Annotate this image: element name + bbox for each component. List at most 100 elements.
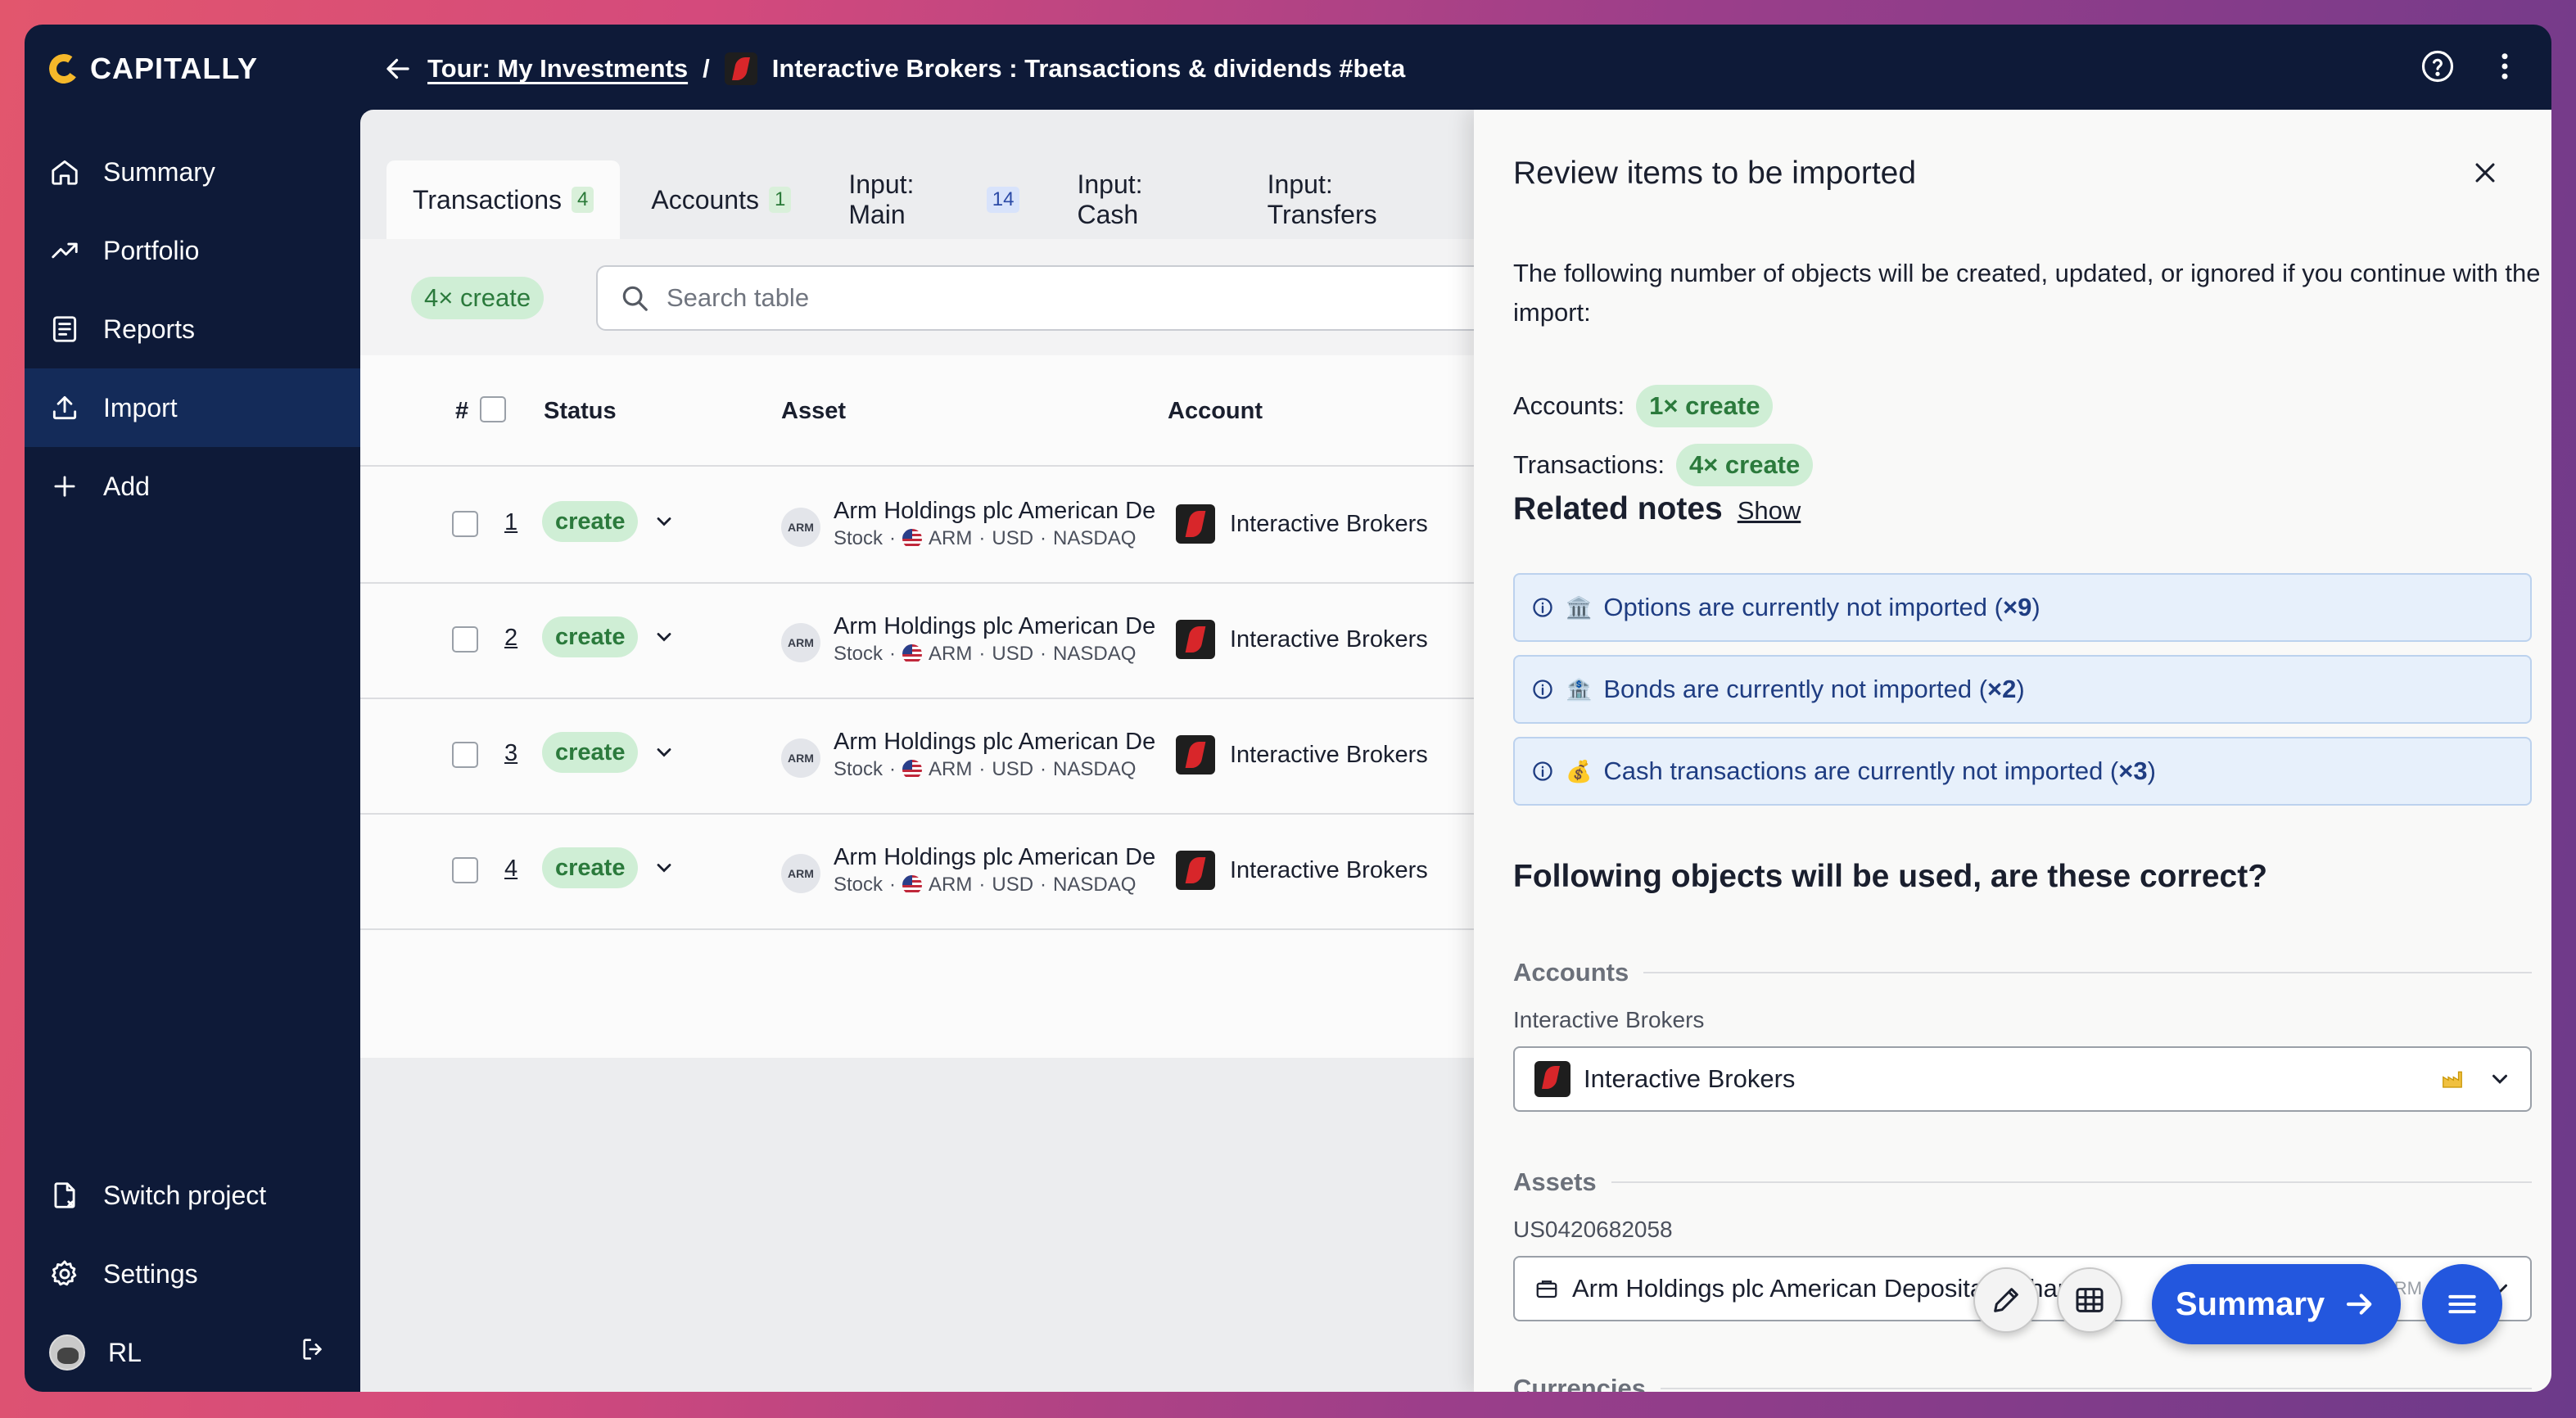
tab-accounts[interactable]: Accounts 1 [625,160,817,239]
asset-ticker: ARM [929,874,973,896]
help-icon[interactable] [2420,49,2455,88]
summary-button[interactable]: Summary [2152,1264,2401,1344]
tab-label: Input: Transfers [1267,169,1377,229]
related-notes-header: Related notes Show [1513,491,1801,527]
row-checkbox[interactable] [452,511,478,537]
status-dropdown[interactable]: create [542,616,676,657]
sidebar-bottom: Switch project Settings RL [25,1156,360,1392]
objects-used-title: Following objects will be used, are thes… [1513,859,2268,894]
status-dropdown[interactable]: create [542,501,676,542]
pencil-icon [1994,1288,2018,1312]
row-number-link[interactable]: 4 [504,856,517,883]
separator: · [889,527,897,549]
plus-icon [54,476,75,497]
column-header-number: # [455,398,469,424]
main-content: Transactions 4 Accounts 1 Input: Main 14… [360,110,2551,1392]
transactions-count: Transactions: 4× create [1513,444,1814,486]
row-number-link[interactable]: 2 [504,625,517,652]
column-header-account[interactable]: Account [1168,398,1263,425]
note-emoji: 🏛️ [1566,594,1593,620]
home-icon [52,160,78,185]
tab-input-transfers[interactable]: Input: Transfers [1241,160,1474,239]
asset-ticker: ARM [929,758,973,780]
status-dropdown[interactable]: create [542,732,676,773]
note-bonds[interactable]: 🏦 Bonds are currently not imported (×2) [1513,655,2532,724]
top-actions [2420,49,2522,88]
app-logo[interactable]: CAPITALLY [47,47,259,90]
table-row[interactable]: 4 create ARM Arm Holdings plc American D… [360,815,1474,930]
factory-icon [2443,1071,2462,1088]
note-options[interactable]: 🏛️ Options are currently not imported (×… [1513,573,2532,642]
table-row[interactable]: 1 create ARM Arm Holdings plc American D… [360,468,1474,584]
column-header-asset[interactable]: Asset [781,398,846,425]
summary-button-label: Summary [2175,1285,2325,1322]
count-label: Transactions: [1513,450,1665,479]
breadcrumb-parent-link[interactable]: Tour: My Investments [427,54,688,84]
note-emoji: 🏦 [1566,676,1593,702]
switch-project-icon [54,1182,75,1208]
hamburger-menu-icon [2448,1294,2476,1314]
status-badge: create [542,732,639,773]
row-checkbox[interactable] [452,626,478,653]
drawer-title: Review items to be imported [1513,156,1917,191]
table-view-button[interactable] [2057,1267,2122,1333]
search-input[interactable]: Search table [596,265,1497,331]
accounts-section-header: Accounts [1513,958,2532,987]
column-header-status[interactable]: Status [544,398,617,425]
tab-transactions[interactable]: Transactions 4 [386,160,621,239]
row-checkbox[interactable] [452,742,478,768]
asset-currency: USD [992,758,1034,780]
sidebar-item-label: Add [103,471,150,501]
table-row[interactable]: 2 create ARM Arm Holdings plc American D… [360,584,1474,699]
asset-ticker: ARM [929,643,973,665]
divider [1611,1181,2532,1183]
select-all-checkbox[interactable] [480,396,506,422]
account-name: Interactive Brokers [1230,742,1428,768]
chevron-down-icon[interactable] [2488,1067,2512,1091]
table-row[interactable]: 3 create ARM Arm Holdings plc American D… [360,699,1474,815]
row-checkbox[interactable] [452,857,478,883]
app-name: CAPITALLY [90,52,259,85]
sidebar-item-portfolio[interactable]: Portfolio [25,211,360,290]
upload-icon [52,395,77,420]
asset-currency: USD [992,643,1034,665]
tab-input-main[interactable]: Input: Main 14 [822,160,1046,239]
asset-logo: ARM [781,623,820,662]
separator: · [978,874,986,896]
note-emoji: 💰 [1566,758,1593,784]
related-notes-title: Related notes [1513,491,1723,526]
close-icon[interactable] [2471,159,2499,191]
separator: · [1040,758,1047,780]
logout-icon[interactable] [300,1335,328,1370]
sidebar-item-add[interactable]: Add [25,447,360,526]
account-select[interactable]: Interactive Brokers [1513,1046,2532,1112]
user-profile[interactable]: RL [25,1313,360,1392]
menu-button[interactable] [2422,1264,2502,1344]
note-cash[interactable]: 💰 Cash transactions are currently not im… [1513,737,2532,806]
sidebar-item-label: Portfolio [103,235,200,265]
status-dropdown[interactable]: create [542,847,676,888]
settings-button[interactable]: Settings [25,1235,360,1313]
row-number-link[interactable]: 1 [504,509,517,536]
note-text: Options are currently not imported (×9) [1603,593,2040,621]
sidebar-item-import[interactable]: Import [25,368,360,447]
switch-project-button[interactable]: Switch project [25,1156,360,1235]
interactive-brokers-logo-icon [1176,735,1215,774]
back-arrow-icon[interactable] [383,54,413,84]
sidebar-item-reports[interactable]: Reports [25,290,360,368]
separator: · [889,874,897,896]
filter-chip-create[interactable]: 4× create [411,277,545,319]
asset-type: Stock [834,874,884,896]
asset-logo: ARM [781,508,820,547]
sidebar-item-summary[interactable]: Summary [25,133,360,211]
account-field-label: Interactive Brokers [1513,1007,1705,1032]
edit-button[interactable] [1973,1267,2039,1333]
row-number-link[interactable]: 3 [504,740,517,767]
sidebar-item-label: Summary [103,156,215,187]
tab-input-cash[interactable]: Input: Cash [1051,160,1236,239]
asset-details: Stock · ARM · USD · NASDAQ [834,874,1136,896]
status-badge: create [542,501,639,542]
avatar[interactable] [49,1334,85,1371]
more-vertical-icon[interactable] [2488,49,2522,88]
show-notes-link[interactable]: Show [1738,496,1801,526]
